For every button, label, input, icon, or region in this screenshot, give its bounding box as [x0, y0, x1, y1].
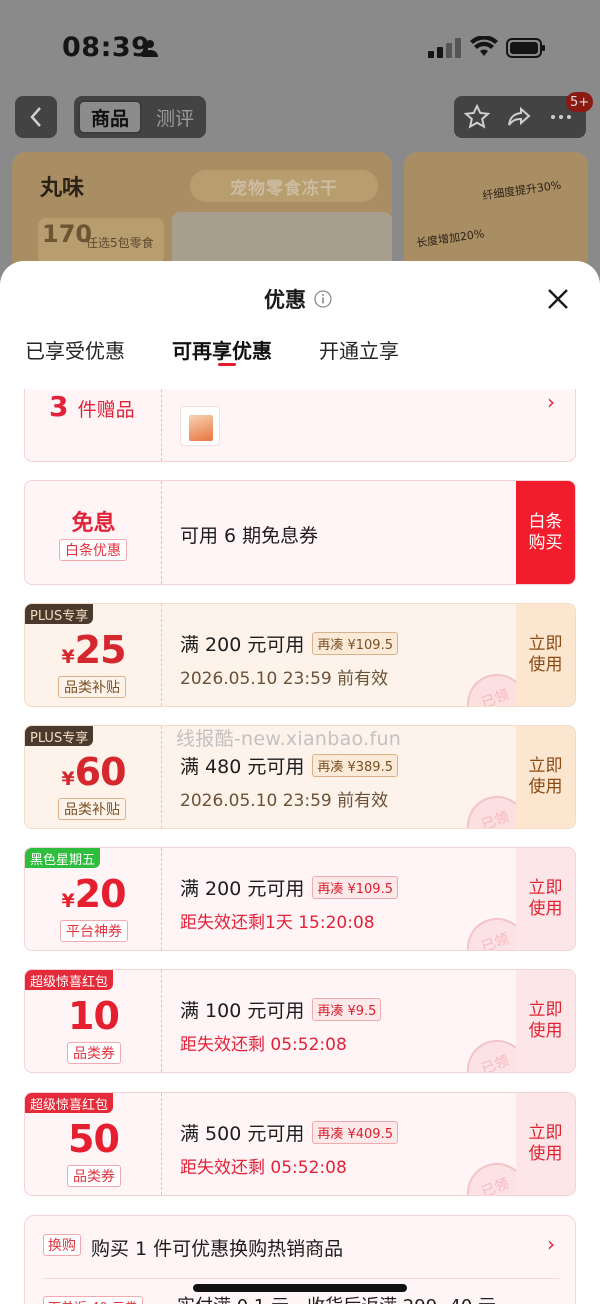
coupon-card[interactable]: 黑色星期五 ¥20 平台神券 满 200 元可用 再凑 ¥109.5 距失效还剩1…	[24, 847, 576, 951]
close-icon[interactable]	[544, 285, 572, 313]
discount-tabs: 已享受优惠 可再享优惠 开通立享	[0, 335, 600, 375]
chevron-left-icon	[30, 107, 41, 127]
use-now-button[interactable]: 立即使用	[516, 604, 575, 706]
chevron-right-icon: ›	[547, 1232, 555, 1256]
coupon-amount: 50	[68, 1117, 120, 1161]
baitiao-label: 白条优惠	[59, 539, 127, 561]
exchange-tag: 换购	[43, 1234, 81, 1256]
coupon-ribbon: PLUS专享	[25, 604, 94, 624]
wifi-icon	[470, 36, 498, 56]
coupon-type: 品类券	[67, 1042, 121, 1064]
gift-card[interactable]: 3 件赠品 ›	[24, 389, 576, 462]
battery-icon	[506, 38, 545, 58]
gift-label: 件赠品	[77, 399, 135, 421]
tab-product[interactable]: 商品	[78, 100, 142, 134]
coupon-validity: 2026.05.10 23:59 前有效	[180, 669, 389, 689]
coupon-ribbon: 超级惊喜红包	[25, 1093, 114, 1113]
cashback-text: 实付满 0.1 元，收货后返满 299 -40 元	[177, 1292, 496, 1304]
coupon-amount: ¥60	[61, 750, 126, 794]
baitiao-buy-button[interactable]: 白条购买	[516, 481, 575, 584]
watermark: 线报酷-new.xianbao.fun	[176, 728, 402, 750]
back-button[interactable]	[15, 96, 57, 138]
baitiao-card[interactable]: 免息 白条优惠 可用 6 期免息券 白条购买	[24, 480, 576, 585]
person-icon	[142, 40, 158, 57]
use-now-button[interactable]: 立即使用	[516, 1093, 575, 1195]
brand-logo: 丸味	[40, 176, 85, 201]
exchange-text: 购买 1 件可优惠换购热销商品	[91, 1238, 344, 1260]
coupon-validity: 2026.05.10 23:59 前有效	[180, 791, 389, 811]
product-nav: 商品 测评 5+	[0, 92, 600, 140]
banner-tag-number: 170	[42, 220, 93, 248]
coupon-type: 品类补贴	[58, 798, 126, 820]
message-badge: 5+	[566, 92, 594, 112]
use-now-button[interactable]: 立即使用	[516, 848, 575, 950]
coupon-countdown: 距失效还剩 05:52:08	[180, 1158, 347, 1178]
coupon-card[interactable]: 超级惊喜红包 50 品类券 满 500 元可用 再凑 ¥409.5 距失效还剩 0…	[24, 1092, 576, 1196]
coupon-gap-chip: 再凑 ¥389.5	[312, 754, 398, 777]
share-icon[interactable]	[506, 104, 532, 130]
banner-tag: 170 任选5包零食	[38, 218, 164, 264]
coupon-amount: ¥25	[61, 628, 126, 672]
baitiao-title: 免息	[71, 511, 116, 536]
tab-active-indicator	[218, 363, 236, 366]
baitiao-text: 可用 6 期免息券	[180, 525, 319, 547]
banner-tag-text: 任选5包零食	[86, 236, 154, 250]
info-icon[interactable]	[314, 290, 332, 308]
coupon-countdown: 距失效还剩 05:52:08	[180, 1035, 347, 1055]
coupon-card[interactable]: 超级惊喜红包 10 品类券 满 100 元可用 再凑 ¥9.5 距失效还剩 05:…	[24, 969, 576, 1073]
status-time: 08:39	[62, 32, 151, 63]
star-icon[interactable]	[464, 104, 490, 130]
coupon-gap-chip: 再凑 ¥109.5	[312, 876, 398, 899]
divider	[43, 1278, 559, 1279]
status-bar: 08:39	[0, 0, 600, 90]
discount-sheet: 优惠 已享受优惠 可再享优惠 开通立享 3 件赠品 › 免息 白条优惠 可用 6…	[0, 261, 600, 1304]
tab-enjoyed[interactable]: 已享受优惠	[25, 335, 125, 364]
tab-available[interactable]: 可再享优惠	[172, 335, 272, 364]
tab-review[interactable]: 测评	[148, 100, 202, 134]
side-banner-line2: 长度增加20%	[415, 227, 486, 250]
coupon-ribbon: 黑色星期五	[25, 848, 101, 868]
coupon-amount: ¥20	[61, 872, 126, 916]
coupon-condition: 满 200 元可用 再凑 ¥109.5	[180, 874, 398, 901]
coupon-condition: 满 200 元可用 再凑 ¥109.5	[180, 630, 398, 657]
side-banner-line1: 纤细度提升30%	[481, 178, 563, 203]
coupon-ribbon: 超级惊喜红包	[25, 970, 114, 990]
coupon-gap-chip: 再凑 ¥409.5	[312, 1121, 398, 1144]
coupon-card[interactable]: PLUS专享 ¥25 品类补贴 满 200 元可用 再凑 ¥109.5 2026.…	[24, 603, 576, 707]
coupon-type: 品类补贴	[58, 676, 126, 698]
coupon-condition: 满 100 元可用 再凑 ¥9.5	[180, 996, 382, 1023]
use-now-button[interactable]: 立即使用	[516, 970, 575, 1072]
home-indicator	[193, 1284, 407, 1292]
product-review-switch: 商品 测评	[74, 96, 206, 138]
chevron-right-icon: ›	[547, 390, 555, 414]
banner-title: 宠物零食冻干	[190, 170, 378, 202]
signal-icon	[428, 38, 461, 58]
coupon-amount: 10	[68, 994, 120, 1038]
coupon-gap-chip: 再凑 ¥109.5	[312, 632, 398, 655]
background-page: 08:39 商品 测评 5+ 丸味 宠物零食冻干 170 任选5包零食 纤细度提…	[0, 0, 600, 300]
gift-image	[180, 406, 220, 446]
coupon-type: 平台神券	[60, 920, 128, 942]
gift-count: 3 件赠品	[49, 390, 135, 423]
use-now-button[interactable]: 立即使用	[516, 726, 575, 828]
sheet-title: 优惠	[264, 288, 306, 312]
coupon-countdown: 距失效还剩1天 15:20:08	[180, 913, 375, 933]
coupon-ribbon: PLUS专享	[25, 726, 94, 746]
cashback-tag: 下单返 40 元券	[43, 1296, 143, 1304]
coupon-condition: 满 480 元可用 再凑 ¥389.5	[180, 752, 398, 779]
tab-activate[interactable]: 开通立享	[319, 335, 399, 364]
coupon-list[interactable]: 3 件赠品 › 免息 白条优惠 可用 6 期免息券 白条购买 PLUS专享 ¥2…	[0, 389, 600, 1304]
sheet-header: 优惠	[264, 285, 332, 313]
coupon-condition: 满 500 元可用 再凑 ¥409.5	[180, 1119, 398, 1146]
coupon-gap-chip: 再凑 ¥9.5	[312, 998, 382, 1021]
coupon-type: 品类券	[67, 1165, 121, 1187]
